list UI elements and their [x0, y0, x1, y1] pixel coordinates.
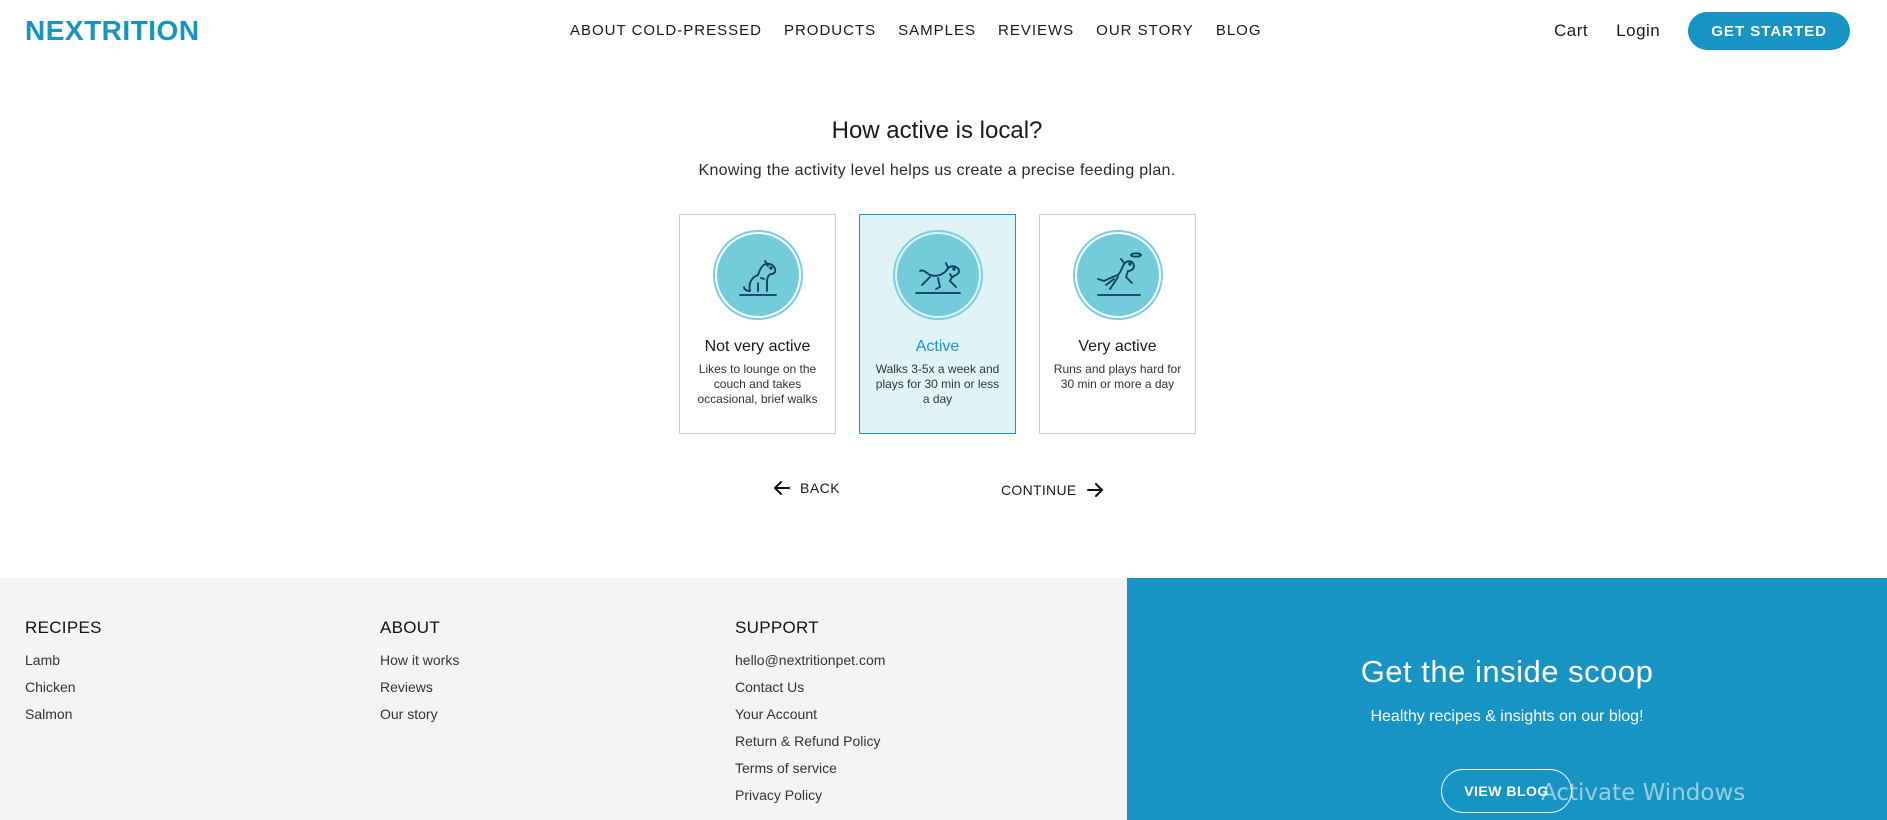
- continue-button[interactable]: CONTINUE: [1001, 482, 1103, 498]
- footer-recipes: RECIPES Lamb Chicken Salmon: [25, 618, 102, 733]
- get-started-button[interactable]: GET STARTED: [1688, 12, 1850, 50]
- option-description: Runs and plays hard for 30 min or more a…: [1053, 362, 1182, 391]
- nav-about-cold-pressed[interactable]: ABOUT COLD-PRESSED: [570, 22, 762, 39]
- option-active[interactable]: Active Walks 3-5x a week and plays for 3…: [859, 214, 1016, 434]
- nav-blog[interactable]: BLOG: [1216, 22, 1262, 39]
- option-not-very-active[interactable]: Not very active Likes to lounge on the c…: [679, 214, 836, 434]
- footer-link-salmon[interactable]: Salmon: [25, 706, 102, 722]
- site-header: NEXTRITION ABOUT COLD-PRESSED PRODUCTS S…: [0, 0, 1887, 62]
- icon-ring: [712, 230, 803, 320]
- jumping-dog-frisbee-icon: [1076, 234, 1159, 316]
- back-button[interactable]: BACK: [774, 480, 840, 496]
- windows-activation-watermark: Activate Windows: [1541, 780, 1746, 806]
- promo-text: Healthy recipes & insights on our blog!: [1370, 708, 1644, 725]
- footer-link-terms[interactable]: Terms of service: [735, 760, 885, 776]
- question-subtitle: Knowing the activity level helps us crea…: [698, 162, 1176, 179]
- cart-link[interactable]: Cart: [1554, 21, 1588, 41]
- nav-samples[interactable]: SAMPLES: [898, 22, 976, 39]
- nav-reviews[interactable]: REVIEWS: [998, 22, 1074, 39]
- footer-link-chicken[interactable]: Chicken: [25, 679, 102, 695]
- footer-link-contact-us[interactable]: Contact Us: [735, 679, 885, 695]
- icon-ring: [1072, 230, 1163, 320]
- footer-link-your-account[interactable]: Your Account: [735, 706, 885, 722]
- footer-link-reviews[interactable]: Reviews: [380, 679, 459, 695]
- account-nav: Cart Login GET STARTED: [1554, 12, 1850, 50]
- nextrition-logo[interactable]: NEXTRITION: [25, 15, 200, 47]
- continue-label: CONTINUE: [1001, 482, 1077, 498]
- back-label: BACK: [800, 480, 841, 496]
- question-title: How active is local?: [831, 117, 1043, 144]
- footer-heading: RECIPES: [25, 618, 102, 637]
- nav-our-story[interactable]: OUR STORY: [1096, 22, 1194, 39]
- footer-link-our-story[interactable]: Our story: [380, 706, 459, 722]
- footer-heading: ABOUT: [380, 618, 441, 637]
- footer-link-lamb[interactable]: Lamb: [25, 652, 102, 668]
- option-description: Walks 3-5x a week and plays for 30 min o…: [875, 362, 1000, 406]
- sitting-dog-icon: [716, 234, 799, 316]
- icon-ring: [892, 230, 983, 320]
- footer-link-privacy[interactable]: Privacy Policy: [735, 787, 885, 803]
- footer-heading: SUPPORT: [735, 618, 819, 637]
- option-title: Active: [915, 338, 960, 355]
- login-link[interactable]: Login: [1616, 21, 1660, 41]
- main-nav: ABOUT COLD-PRESSED PRODUCTS SAMPLES REVI…: [570, 22, 1262, 39]
- footer-link-how-it-works[interactable]: How it works: [380, 652, 459, 668]
- activity-options: Not very active Likes to lounge on the c…: [679, 214, 1196, 434]
- blog-promo: Get the inside scoop Healthy recipes & i…: [1127, 578, 1887, 820]
- footer-support: SUPPORT hello@nextritionpet.com Contact …: [735, 618, 885, 814]
- footer-about: ABOUT How it works Reviews Our story: [380, 618, 459, 733]
- option-description: Likes to lounge on the couch and takes o…: [697, 362, 818, 406]
- arrow-left-icon: [774, 481, 790, 495]
- arrow-right-icon: [1086, 483, 1103, 497]
- footer-link-refund-policy[interactable]: Return & Refund Policy: [735, 733, 885, 749]
- option-title: Very active: [1078, 338, 1157, 355]
- promo-heading: Get the inside scoop: [1360, 654, 1654, 689]
- nav-products[interactable]: PRODUCTS: [784, 22, 876, 39]
- option-title: Not very active: [704, 338, 811, 355]
- option-very-active[interactable]: Very active Runs and plays hard for 30 m…: [1039, 214, 1196, 434]
- footer-link-email[interactable]: hello@nextritionpet.com: [735, 652, 885, 668]
- running-dog-icon: [896, 234, 979, 316]
